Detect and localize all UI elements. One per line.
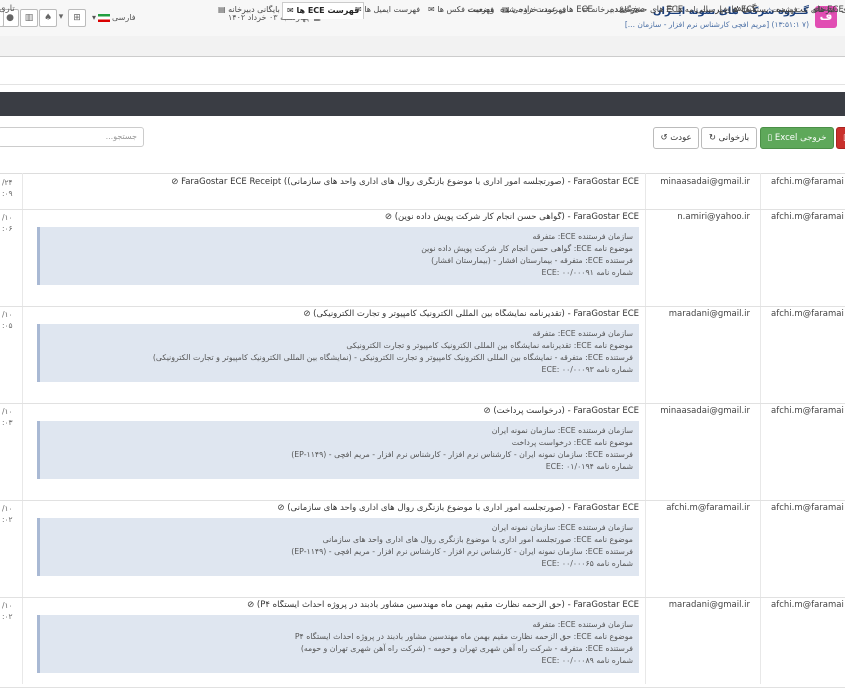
attachment-icon[interactable]: ⊘	[247, 600, 257, 610]
chart-icon[interactable]: ▥	[20, 9, 38, 27]
ece-info-line: سازمان فرستنده ECE: متفرقه	[532, 620, 633, 629]
recipient-cell: maradani@gmail.ir	[668, 600, 750, 610]
sender-cell: afchi.m@faramai	[771, 177, 844, 187]
sitemap-icon[interactable]: ⊞	[68, 9, 86, 27]
ece-info-line: شماره نامه ECE: ۰۰/۰۰۰۸۹	[541, 656, 633, 665]
ece-info-line: فرستنده ECE: متفرقه - نمایشگاه بین الملل…	[152, 353, 633, 362]
bell-icon[interactable]: ♠	[39, 9, 57, 27]
date-cell: /۱۰	[2, 213, 13, 222]
column-recipient[interactable]: گیرنده	[733, 4, 756, 14]
tab-archive[interactable]: بایگانی دبیرخانه ▤	[214, 2, 284, 18]
ece-info-line: موضوع نامه ECE: تقدیرنامه نمایشگاه بین ا…	[346, 341, 633, 350]
ece-info-box: سازمان فرستنده ECE: متفرقه موضوع نامه ECE…	[37, 615, 639, 673]
ece-info-line: فرستنده ECE: متفرقه - شرکت راه آهن شهری …	[300, 644, 633, 653]
sitemap-chevron-icon[interactable]: ▾	[56, 9, 66, 25]
subject-text: FaraGostar ECE - (حق الزحمه نظارت مقیم ب…	[256, 600, 639, 610]
date-cell: /۲۴	[2, 178, 13, 187]
sender-cell: afchi.m@faramai	[771, 406, 844, 416]
dark-separator-bar	[0, 92, 845, 116]
return-label: عودت	[670, 133, 692, 143]
filter-bar	[0, 62, 845, 85]
file-icon: ▯	[767, 133, 773, 143]
time-cell: :۰۹	[2, 189, 13, 198]
subject-text: FaraGostar ECE - (گواهی حسن انجام کار شر…	[394, 212, 639, 222]
column-sender[interactable]: ستنده	[815, 4, 836, 14]
ece-info-line: سازمان فرستنده ECE: سازمان نمونه ایران	[491, 523, 633, 532]
ece-info-box: سازمان فرستنده ECE: سازمان نمونه ایران مو…	[37, 518, 639, 576]
sender-cell: afchi.m@faramai	[771, 309, 844, 319]
column-subject[interactable]: موضوع	[619, 4, 645, 14]
subject-text: FaraGostar ECE - (صورتجلسه امور اداری با…	[181, 177, 639, 187]
attachment-icon[interactable]: ⊘	[303, 309, 313, 319]
ece-info-line: موضوع نامه ECE: درخواست پرداخت	[511, 438, 633, 447]
attachment-icon[interactable]: ⊘	[484, 406, 494, 416]
ece-info-line: فرستنده ECE: سازمان نمونه ایران - کارشنا…	[291, 547, 633, 556]
date-cell: /۱۰	[2, 504, 13, 513]
recipient-cell: minaasadai@gmail.ir	[660, 406, 750, 416]
recipient-cell: minaasadai@gmail.ir	[660, 177, 750, 187]
ece-info-line: فرستنده ECE: سازمان نمونه ایران - کارشنا…	[291, 450, 633, 459]
ece-info-line: فرستنده ECE: متفرقه - بیمارستان افشار - …	[431, 256, 633, 265]
attachment-icon[interactable]: ⊘	[277, 503, 287, 513]
time-cell: :۰۳	[2, 418, 13, 427]
date-cell: /۱۰	[2, 407, 13, 416]
ece-info-box: سازمان فرستنده ECE: متفرقه موضوع نامه ECE…	[37, 324, 639, 382]
ece-info-line: شماره نامه ECE: ۰۱/۰۱۹۴	[545, 462, 633, 471]
attachment-icon[interactable]: ⊘	[385, 212, 395, 222]
subject-text: FaraGostar ECE - (درخواست پرداخت)	[493, 406, 639, 416]
user-info[interactable]: (۷ ۱۳:۵۱:۱) [مریم افچی کارشناس نرم افزار…	[625, 20, 809, 29]
sender-cell: afchi.m@faramai	[771, 600, 844, 610]
ece-info-line: موضوع نامه ECE: گواهی حسن انجام کار شرکت…	[421, 244, 633, 253]
filter-returned[interactable]: ECE های عودت داده شده	[500, 5, 593, 15]
date-cell: /۱۰	[2, 310, 13, 319]
time-cell: :۰۲	[2, 515, 13, 524]
time-cell: :۰۶	[2, 224, 13, 233]
ece-info-line: سازمان فرستنده ECE: متفرقه	[532, 232, 633, 241]
tab-bar	[0, 36, 845, 57]
recipient-cell: n.amiri@yahoo.ir	[677, 212, 750, 222]
delete-button[interactable]: ▥	[836, 127, 845, 149]
review-button[interactable]: بازخوانی ↻	[701, 127, 757, 149]
time-cell: :۰۲	[2, 612, 13, 621]
ece-info-box: سازمان فرستنده ECE: سازمان نمونه ایران مو…	[37, 421, 639, 479]
subject-cell[interactable]: FaraGostar ECE - (درخواست پرداخت) ⊘	[484, 406, 639, 416]
subject-cell[interactable]: FaraGostar ECE - (صورتجلسه امور اداری با…	[171, 177, 639, 187]
ece-info-line: شماره نامه ECE: ۰۰/۰۰۰۹۳	[541, 365, 633, 374]
search-input[interactable]: جستجو...	[0, 127, 144, 147]
language-selector[interactable]: فارسی ▾	[92, 13, 136, 22]
review-label: بازخوانی	[718, 133, 750, 143]
date-cell: /۱۰	[2, 601, 13, 610]
recipient-cell: maradani@gmail.ir	[668, 309, 750, 319]
recipient-cell: afchi.m@faramail.ir	[666, 503, 750, 513]
chevron-down-icon: ▾	[92, 13, 97, 22]
language-label: فارسی	[112, 13, 136, 22]
subject-cell[interactable]: FaraGostar ECE - (حق الزحمه نظارت مقیم ب…	[247, 600, 639, 610]
attachment-icon[interactable]: ⊘	[171, 177, 181, 187]
ece-info-line: شماره نامه ECE: ۰۰/۰۰۰۶۵	[541, 559, 633, 568]
column-date[interactable]: تاری	[0, 4, 15, 14]
subject-cell[interactable]: FaraGostar ECE - (صورتجلسه امور اداری با…	[277, 503, 639, 513]
refresh-icon: ↻	[708, 133, 716, 143]
ece-info-line: سازمان فرستنده ECE: سازمان نمونه ایران	[491, 426, 633, 435]
ece-info-line: موضوع نامه ECE: حق الزحمه نظارت مقیم بهم…	[294, 632, 633, 641]
undo-icon: ↺	[660, 133, 668, 143]
subject-cell[interactable]: FaraGostar ECE - (تقدیرنامه نمایشگاه بین…	[303, 309, 639, 319]
ece-info-box: سازمان فرستنده ECE: متفرقه موضوع نامه ECE…	[37, 227, 639, 285]
subject-text: FaraGostar ECE - (تقدیرنامه نمایشگاه بین…	[313, 309, 639, 319]
ece-info-line: موضوع نامه ECE: صورتجلسه امور اداری با م…	[322, 535, 633, 544]
subject-cell[interactable]: FaraGostar ECE - (گواهی حسن انجام کار شر…	[385, 212, 639, 222]
time-cell: :۰۵	[2, 321, 13, 330]
ece-info-line: شماره نامه ECE: ۰۰/۰۰۰۹۱	[541, 268, 633, 277]
return-button[interactable]: عودت ↺	[653, 127, 699, 149]
excel-label: خروجی Excel	[774, 133, 827, 143]
subject-text: FaraGostar ECE - (صورتجلسه امور اداری با…	[287, 503, 639, 513]
sender-cell: afchi.m@faramai	[771, 212, 844, 222]
sender-cell: afchi.m@faramai	[771, 503, 844, 513]
iran-flag-icon	[98, 13, 111, 22]
ece-info-line: سازمان فرستنده ECE: متفرقه	[532, 329, 633, 338]
table-header	[0, 155, 845, 174]
tab-email-list[interactable]: فهرست ایمیل ها ✉	[351, 2, 424, 18]
excel-export-button[interactable]: خروجی Excel ▯	[760, 127, 834, 149]
filter-status[interactable]: وضعیت	[468, 5, 494, 15]
